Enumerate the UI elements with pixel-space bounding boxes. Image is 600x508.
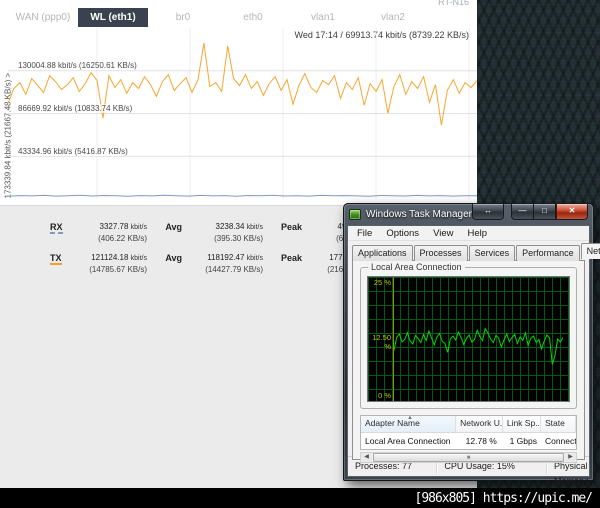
resize-arrows-button[interactable]: ↔ — [472, 203, 504, 220]
utilization-line-chart — [394, 327, 563, 365]
tab-networking[interactable]: Networking — [580, 243, 600, 259]
adapter-table-header: Adapter Name ▲ Network U... Link Sp... St… — [361, 416, 576, 433]
tab-wl-eth1[interactable]: WL (eth1) — [78, 8, 148, 27]
title-bar[interactable]: Windows Task Manager ↔ — □ ✕ — [344, 203, 593, 224]
close-button[interactable]: ✕ — [556, 203, 588, 220]
watermark-bar: [986x805] https://upic.me/ — [0, 488, 600, 508]
bandwidth-line-chart — [8, 28, 477, 199]
window-title: Windows Task Manager — [366, 208, 472, 220]
router-model-label: RT-N16 — [438, 0, 469, 7]
gridline-label-86669: 86669.92 kbit/s (10833.74 KB/s) — [18, 104, 133, 113]
cell-state: Connected — [544, 436, 576, 446]
task-manager-window: Windows Task Manager ↔ — □ ✕ File Option… — [343, 203, 600, 501]
networking-tab-page: Local Area Connection 25 % 12.50 % 0 % A… — [352, 260, 585, 463]
ytick-12-50: 12.50 % — [372, 333, 391, 351]
tab-br0[interactable]: br0 — [148, 8, 218, 27]
cell-adapter-name: Local Area Connection — [365, 436, 451, 446]
tab-strip: Applications Processes Services Performa… — [348, 241, 600, 261]
interface-tabbar: WAN (ppp0) WL (eth1) br0 eth0 vlan1 vlan… — [8, 8, 428, 27]
tab-services[interactable]: Services — [468, 245, 516, 261]
adapter-table: Adapter Name ▲ Network U... Link Sp... St… — [360, 415, 577, 450]
cell-network-utilization: 12.78 % — [465, 436, 497, 446]
task-manager-icon — [349, 208, 362, 220]
ytick-25: 25 % — [373, 278, 391, 287]
menu-options[interactable]: Options — [379, 228, 426, 239]
tx-avg-cell: 118192.47 kbit/s (14427.79 KB/s) — [205, 253, 263, 274]
horizontal-scrollbar[interactable]: ◀ ■ ▶ — [360, 452, 577, 463]
menu-help[interactable]: Help — [460, 228, 494, 239]
tab-applications[interactable]: Applications — [352, 245, 413, 261]
tab-processes[interactable]: Processes — [413, 245, 468, 261]
menu-file[interactable]: File — [350, 228, 379, 239]
rx-current-cell: 3327.78 kbit/s (406.22 KB/s) — [98, 222, 147, 243]
groupbox-label: Local Area Connection — [368, 262, 465, 272]
sort-arrow-icon: ▲ — [407, 416, 413, 421]
ytick-0: 0 % — [378, 391, 391, 400]
column-network-utilization[interactable]: Network U... — [456, 416, 503, 432]
tx-legend-label: TX — [50, 253, 62, 265]
upic-watermark: [986x805] https://upic.me/ — [414, 490, 593, 506]
adapter-row[interactable]: Local Area Connection 12.78 % 1 Gbps Con… — [361, 433, 576, 449]
minimize-button[interactable]: — — [511, 203, 533, 220]
tab-vlan2[interactable]: vlan2 — [358, 8, 428, 27]
column-link-speed[interactable]: Link Sp... — [503, 416, 541, 432]
tab-performance[interactable]: Performance — [516, 245, 580, 261]
tx-peak-label: Peak — [280, 253, 302, 263]
rx-avg-label: Avg — [165, 222, 182, 232]
menu-view[interactable]: View — [426, 228, 460, 239]
column-adapter-name[interactable]: Adapter Name ▲ — [361, 416, 457, 432]
scroll-left-arrow-icon[interactable]: ◀ — [361, 453, 372, 462]
rx-peak-label: Peak — [280, 222, 302, 232]
rx-avg-cell: 3238.34 kbit/s (395.30 KB/s) — [214, 222, 263, 243]
tab-vlan1[interactable]: vlan1 — [288, 8, 358, 27]
maximize-button[interactable]: □ — [533, 203, 556, 220]
rx-legend-label: RX — [50, 222, 63, 234]
gridline-label-43334: 43334.96 kbit/s (5416.87 KB/s) — [18, 147, 128, 156]
client-area: File Options View Help Applications Proc… — [347, 225, 600, 501]
scroll-right-arrow-icon[interactable]: ▶ — [565, 453, 576, 462]
tab-eth0[interactable]: eth0 — [218, 8, 288, 27]
scrollbar-thumb[interactable]: ■ — [373, 453, 564, 462]
tx-avg-label: Avg — [165, 253, 182, 263]
column-state[interactable]: State — [541, 416, 576, 432]
window-buttons: ↔ — □ ✕ — [472, 203, 588, 224]
tab-wan-ppp0[interactable]: WAN (ppp0) — [8, 8, 78, 27]
menu-bar: File Options View Help — [348, 226, 589, 241]
gridline-label-130004: 130004.88 kbit/s (16250.61 KB/s) — [18, 61, 137, 70]
tx-current-cell: 121124.18 kbit/s (14785.67 KB/s) — [89, 253, 147, 274]
adapter-graph-groupbox: Local Area Connection 25 % 12.50 % 0 % — [360, 262, 577, 409]
network-utilization-plot: 25 % 12.50 % 0 % — [367, 276, 570, 402]
cell-link-speed: 1 Gbps — [509, 436, 537, 446]
